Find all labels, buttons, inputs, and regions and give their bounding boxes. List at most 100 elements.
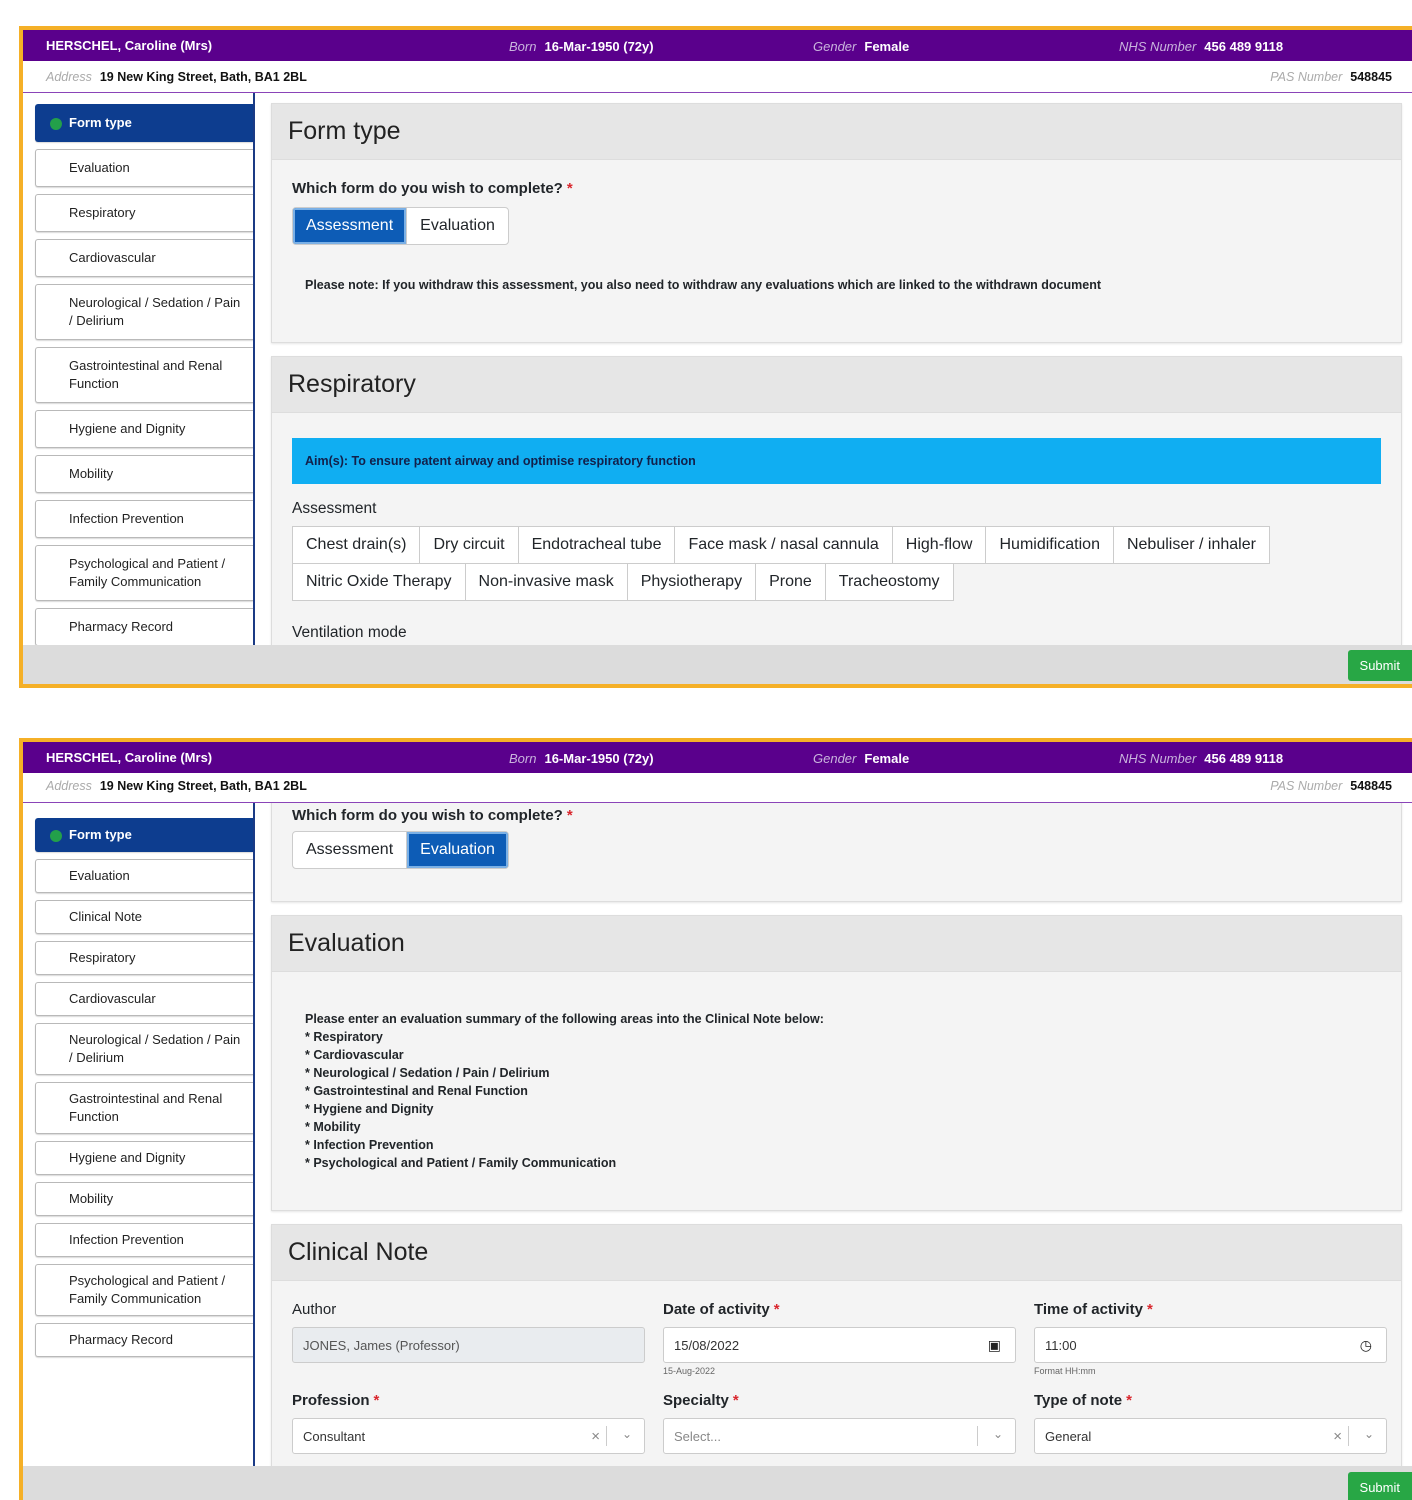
nav-neurological[interactable]: Neurological / Sedation / Pain / Deliriu… [35, 284, 253, 340]
nav-psychological[interactable]: Psychological and Patient / Family Commu… [35, 545, 253, 601]
born-value: 16-Mar-1950 (72y) [544, 751, 654, 766]
required-marker: * [566, 807, 573, 824]
nav-gastrointestinal[interactable]: Gastrointestinal and Renal Function [35, 347, 253, 403]
gender-value: Female [864, 751, 910, 766]
address-label: Address [46, 779, 92, 793]
clear-icon[interactable]: × [1333, 1428, 1342, 1445]
nav-psychological[interactable]: Psychological and Patient / Family Commu… [35, 1264, 253, 1316]
nav-cardiovascular[interactable]: Cardiovascular [35, 239, 253, 277]
nav-evaluation[interactable]: Evaluation [35, 149, 253, 187]
date-label-text: Date of activity [663, 1301, 770, 1318]
chevron-down-icon[interactable]: ⌄ [1364, 1427, 1374, 1441]
profession-label-text: Profession [292, 1392, 370, 1409]
nav-form-type[interactable]: Form type [35, 818, 253, 852]
clear-icon[interactable]: × [591, 1428, 600, 1445]
nav-evaluation[interactable]: Evaluation [35, 859, 253, 893]
chip-option[interactable]: Chest drain(s) [292, 526, 421, 564]
nav-infection-prevention[interactable]: Infection Prevention [35, 500, 253, 538]
submit-button[interactable]: Submit [1347, 650, 1412, 681]
gender-label: Gender [813, 39, 857, 54]
author-label: Author [292, 1301, 337, 1318]
specialty-label-text: Specialty [663, 1392, 729, 1409]
author-field: JONES, James (Professor) [292, 1327, 645, 1363]
section-title: Clinical Note [272, 1225, 1401, 1281]
address-value: 19 New King Street, Bath, BA1 2BL [99, 70, 307, 84]
specialty-select[interactable]: Select... ⌄ [663, 1418, 1016, 1454]
nav-mobility[interactable]: Mobility [35, 1182, 253, 1216]
time-label-text: Time of activity [1034, 1301, 1143, 1318]
born-label: Born [509, 751, 537, 766]
submit-button[interactable]: Submit [1347, 1472, 1412, 1500]
footer-bar: Submit [23, 645, 1412, 684]
clinical-note-fields: Author JONES, James (Professor) Date of … [292, 1301, 1387, 1454]
time-hint: Format HH:mm [1034, 1366, 1096, 1376]
chevron-down-icon[interactable]: ⌄ [993, 1427, 1003, 1441]
form-question: Which form do you wish to complete? * [292, 807, 1381, 824]
time-value: 11:00 [1045, 1338, 1077, 1353]
time-label: Time of activity * [1034, 1301, 1387, 1318]
evaluation-item: * Mobility [305, 1120, 361, 1134]
form-question: Which form do you wish to complete? * [292, 180, 1381, 197]
time-input[interactable]: 11:00 ◷ [1034, 1327, 1387, 1363]
chip-option[interactable]: Nebuliser / inhaler [1112, 526, 1270, 564]
chip-option[interactable]: Endotracheal tube [517, 526, 676, 564]
nav-mobility[interactable]: Mobility [35, 455, 253, 493]
form-content: Form type Which form do you wish to comp… [257, 93, 1412, 645]
chip-option[interactable]: High-flow [891, 526, 987, 564]
chevron-down-icon[interactable]: ⌄ [622, 1427, 632, 1441]
evaluation-form-panel: HERSCHEL, Caroline (Mrs) Born 16-Mar-1950… [19, 738, 1412, 1500]
ventilation-label: Ventilation mode [292, 624, 407, 641]
born-value: 16-Mar-1950 (72y) [544, 39, 654, 54]
profession-select[interactable]: Consultant × ⌄ [292, 1418, 645, 1454]
nav-cardiovascular[interactable]: Cardiovascular [35, 982, 253, 1016]
evaluation-option[interactable]: Evaluation [407, 208, 508, 244]
nav-hygiene[interactable]: Hygiene and Dignity [35, 410, 253, 448]
nav-pharmacy[interactable]: Pharmacy Record [35, 1323, 253, 1357]
required-marker: * [732, 1392, 739, 1409]
chip-option[interactable]: Face mask / nasal cannula [674, 526, 893, 564]
chip-option[interactable]: Humidification [985, 526, 1114, 564]
evaluation-item: * Gastrointestinal and Renal Function [305, 1084, 528, 1098]
nav-respiratory[interactable]: Respiratory [35, 194, 253, 232]
nhs-value: 456 489 9118 [1204, 39, 1284, 54]
date-value: 15/08/2022 [674, 1338, 740, 1353]
form-type-toggle: Assessment Evaluation [292, 831, 509, 869]
chip-option[interactable]: Dry circuit [419, 526, 519, 564]
section-nav: Form type Evaluation Respiratory Cardiov… [23, 93, 255, 646]
nav-gastrointestinal[interactable]: Gastrointestinal and Renal Function [35, 1082, 253, 1134]
date-hint: 15-Aug-2022 [663, 1366, 716, 1376]
calendar-icon[interactable]: ▣ [988, 1337, 1001, 1354]
nav-label: Form type [69, 827, 132, 842]
note-type-select[interactable]: General × ⌄ [1034, 1418, 1387, 1454]
chip-option[interactable]: Non-invasive mask [464, 563, 628, 601]
author-group: Author JONES, James (Professor) [292, 1301, 645, 1392]
nav-form-type[interactable]: Form type [35, 104, 253, 142]
nav-hygiene[interactable]: Hygiene and Dignity [35, 1141, 253, 1175]
chip-option[interactable]: Physiotherapy [626, 563, 757, 601]
nav-label: Form type [69, 115, 132, 130]
evaluation-item: * Psychological and Patient / Family Com… [305, 1156, 617, 1170]
nhs-label: NHS Number [1119, 751, 1197, 766]
nav-clinical-note[interactable]: Clinical Note [35, 900, 253, 934]
evaluation-option[interactable]: Evaluation [407, 832, 508, 868]
patient-name: HERSCHEL, Caroline (Mrs) [46, 38, 213, 53]
address-field: Address 19 New King Street, Bath, BA1 2BL [46, 779, 307, 793]
nav-neurological[interactable]: Neurological / Sedation / Pain / Deliriu… [35, 1023, 253, 1075]
nhs-field: NHS Number 456 489 9118 [1119, 751, 1283, 766]
clock-icon[interactable]: ◷ [1360, 1337, 1372, 1354]
chip-option[interactable]: Tracheostomy [824, 563, 954, 601]
form-type-card: Form type Which form do you wish to comp… [271, 103, 1402, 343]
chip-option[interactable]: Nitric Oxide Therapy [292, 563, 466, 601]
section-title: Respiratory [272, 357, 1401, 413]
date-input[interactable]: 15/08/2022 ▣ [663, 1327, 1016, 1363]
pas-value: 548845 [1350, 779, 1392, 793]
chip-option[interactable]: Prone [755, 563, 826, 601]
required-marker: * [1126, 1392, 1132, 1409]
clinical-note-card: Clinical Note Author JONES, James (Profe… [271, 1224, 1402, 1466]
nav-pharmacy[interactable]: Pharmacy Record [35, 608, 253, 646]
assessment-option[interactable]: Assessment [293, 832, 408, 868]
nav-infection-prevention[interactable]: Infection Prevention [35, 1223, 253, 1257]
nav-respiratory[interactable]: Respiratory [35, 941, 253, 975]
assessment-option[interactable]: Assessment [293, 208, 408, 244]
evaluation-card: Evaluation Please enter an evaluation su… [271, 915, 1402, 1211]
